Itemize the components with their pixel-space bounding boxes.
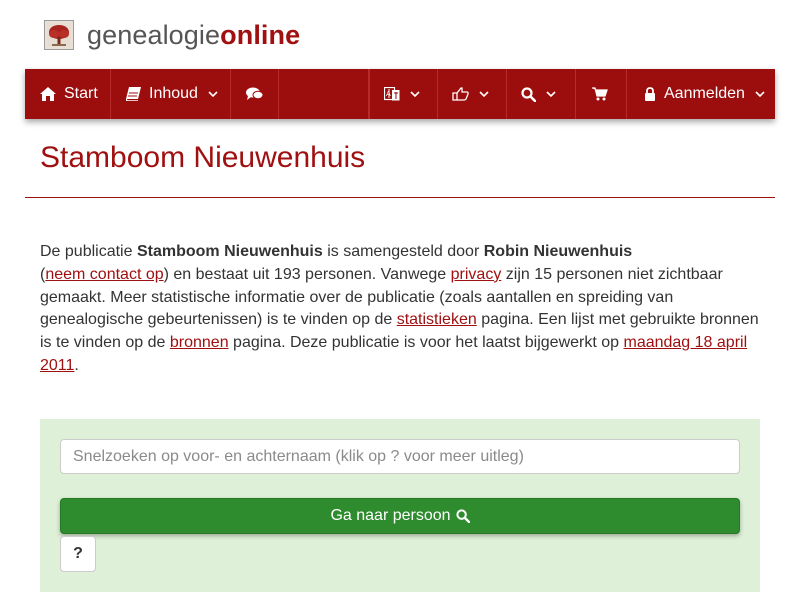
nav-cart[interactable] bbox=[576, 69, 627, 119]
title-divider bbox=[25, 197, 775, 198]
chevron-down-icon bbox=[479, 90, 489, 98]
privacy-link[interactable]: privacy bbox=[451, 266, 502, 283]
help-button[interactable]: ? bbox=[60, 536, 96, 572]
nav-login[interactable]: Aanmelden bbox=[627, 69, 775, 119]
intro-text: ) en bestaat uit 193 personen. Vanwege bbox=[163, 265, 451, 283]
nav-inhoud[interactable]: Inhoud bbox=[111, 69, 231, 119]
main-navbar: Start Inhoud A Aanmelden bbox=[25, 69, 775, 119]
language-icon: A bbox=[384, 87, 400, 101]
share-icon bbox=[452, 87, 469, 101]
statistics-link[interactable]: statistieken bbox=[397, 311, 477, 328]
nav-start-label: Start bbox=[64, 85, 98, 102]
site-name: genealogieonline bbox=[87, 20, 300, 51]
chevron-down-icon bbox=[546, 90, 556, 98]
svg-text:A: A bbox=[386, 90, 391, 98]
nav-start[interactable]: Start bbox=[25, 69, 111, 119]
nav-share[interactable] bbox=[438, 69, 507, 119]
go-to-person-button[interactable]: Ga naar persoon bbox=[60, 498, 740, 534]
author-name: Robin Nieuwenhuis bbox=[483, 243, 633, 260]
tree-icon bbox=[44, 20, 74, 50]
site-name-part2: online bbox=[220, 19, 301, 50]
chevron-down-icon bbox=[755, 90, 765, 98]
nav-login-label: Aanmelden bbox=[664, 85, 745, 102]
page-title: Stamboom Nieuwenhuis bbox=[40, 141, 366, 174]
nav-spacer bbox=[279, 69, 369, 119]
site-logo[interactable]: genealogieonline bbox=[44, 18, 300, 52]
comments-icon bbox=[246, 87, 263, 101]
publication-description: De publicatie Stamboom Nieuwenhuis is sa… bbox=[40, 241, 765, 378]
intro-text: pagina. Deze publicatie is voor het laat… bbox=[228, 334, 624, 352]
intro-text: is samengesteld door bbox=[322, 243, 484, 260]
site-name-part1: genealogie bbox=[87, 19, 221, 50]
chevron-down-icon bbox=[208, 90, 218, 98]
contact-link[interactable]: neem contact op bbox=[45, 266, 163, 283]
quick-search-input[interactable] bbox=[60, 439, 740, 474]
nav-language[interactable]: A bbox=[369, 69, 438, 119]
chevron-down-icon bbox=[410, 90, 420, 98]
publication-name: Stamboom Nieuwenhuis bbox=[136, 243, 323, 260]
shopping-cart-icon bbox=[592, 87, 608, 101]
intro-text: . bbox=[74, 356, 79, 374]
search-icon bbox=[521, 86, 536, 102]
intro-text: De publicatie bbox=[40, 243, 137, 260]
nav-inhoud-label: Inhoud bbox=[149, 85, 198, 102]
search-icon bbox=[455, 509, 470, 523]
lock-icon bbox=[644, 87, 656, 101]
sources-link[interactable]: bronnen bbox=[170, 334, 229, 351]
home-icon bbox=[40, 87, 56, 101]
nav-search[interactable] bbox=[507, 69, 576, 119]
book-icon bbox=[126, 87, 141, 101]
go-to-person-label: Ga naar persoon bbox=[330, 507, 451, 524]
quick-search-panel: Ga naar persoon ? bbox=[40, 419, 760, 592]
nav-forum[interactable] bbox=[231, 69, 279, 119]
